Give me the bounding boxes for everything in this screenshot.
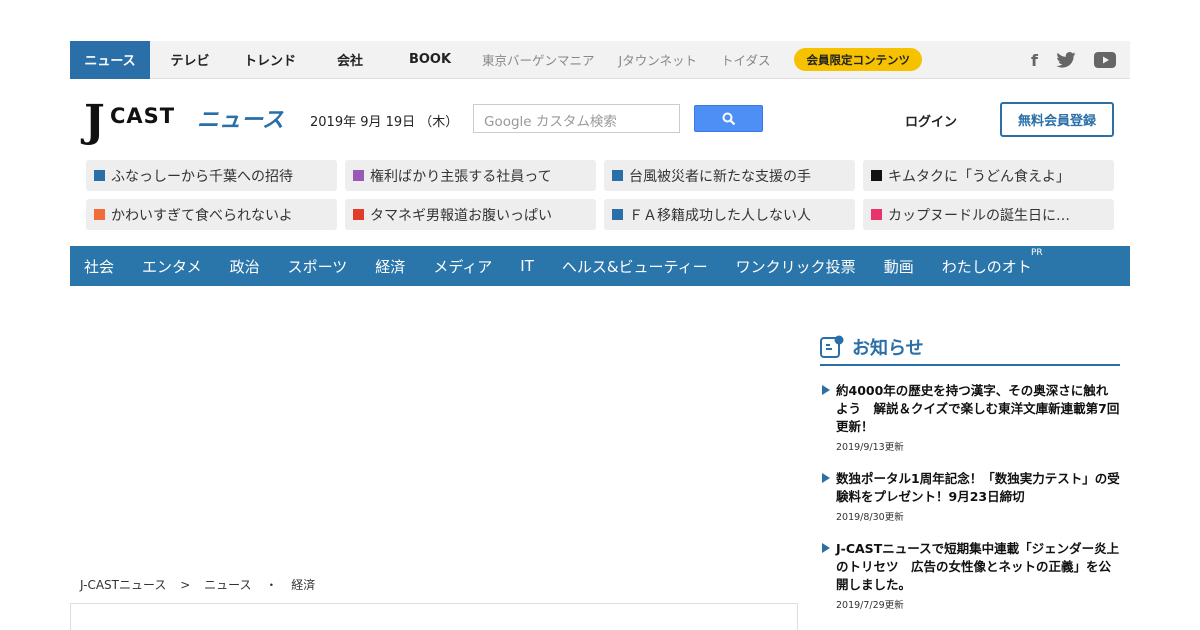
youtube-icon[interactable] <box>1094 52 1116 68</box>
tab-trend[interactable]: トレンド <box>230 41 310 79</box>
category-video[interactable]: 動画 <box>884 256 914 277</box>
link-toidasu[interactable]: トイダス <box>709 41 783 79</box>
category-health-beauty[interactable]: ヘルス&ビューティー <box>562 256 708 277</box>
arrow-right-icon <box>822 473 830 483</box>
tab-news[interactable]: ニュース <box>70 40 150 79</box>
category-one-click-vote[interactable]: ワンクリック投票 <box>736 256 856 277</box>
logo-cast: CAST <box>110 104 176 128</box>
pickup-color-marker <box>94 209 105 220</box>
pickup-label: タマネギ男報道お腹いっぱい <box>370 207 552 224</box>
arrow-right-icon <box>822 543 830 553</box>
breadcrumb-economy[interactable]: 経済 <box>291 578 315 592</box>
pickup-label: キムタクに「うどん食えよ」 <box>888 168 1070 185</box>
pr-label: PR <box>1031 248 1043 258</box>
pickup-color-marker <box>612 170 623 181</box>
notice-date: 2019/7/29更新 <box>836 600 904 611</box>
category-entertainment[interactable]: エンタメ <box>142 256 202 277</box>
pickup-color-marker <box>94 170 105 181</box>
tab-book[interactable]: BOOK <box>390 41 470 79</box>
pickup-color-marker <box>871 209 882 220</box>
page: ニュース テレビ トレンド 会社 BOOK 東京バーゲンマニア Jタウンネット … <box>0 0 1200 630</box>
facebook-icon[interactable]: f <box>1031 51 1038 70</box>
category-nav: 社会 エンタメ 政治 スポーツ 経済 メディア IT ヘルス&ビューティー ワン… <box>70 246 1130 286</box>
logo-j: J <box>84 96 105 147</box>
current-date: 2019年 9月 19日 （木） <box>310 115 459 130</box>
breadcrumb-home[interactable]: J-CASTニュース <box>80 578 166 592</box>
pickup-color-marker <box>871 170 882 181</box>
top-nav-bar: ニュース テレビ トレンド 会社 BOOK 東京バーゲンマニア Jタウンネット … <box>70 40 1130 79</box>
category-politics[interactable]: 政治 <box>230 256 260 277</box>
notice-date: 2019/9/13更新 <box>836 442 904 453</box>
arrow-right-icon <box>822 385 830 395</box>
category-media[interactable]: メディア <box>433 256 492 277</box>
login-link[interactable]: ログイン <box>905 111 957 130</box>
notice-item[interactable]: J-CASTニュースで短期集中連載「ジェンダー炎上のトリセツ 広告の女性像とネッ… <box>820 540 1120 611</box>
notice-text: 数独ポータル1周年記念！「数独実力テスト」の受験料をプレゼント！9月23日締切 <box>836 471 1120 504</box>
social-links: f <box>1031 41 1116 79</box>
pickup-item[interactable]: タマネギ男報道お腹いっぱい <box>345 199 596 230</box>
pickup-color-marker <box>612 209 623 220</box>
pickup-color-marker <box>353 170 364 181</box>
breadcrumb-separator: ・ <box>265 578 278 592</box>
pickup-item[interactable]: ふなっしーから千葉への招待 <box>86 160 337 191</box>
pickup-item[interactable]: 台風被災者に新たな支援の手 <box>604 160 855 191</box>
breadcrumb-separator: > <box>180 578 191 592</box>
jcast-logo[interactable]: J CAST ニュース <box>84 100 284 144</box>
article-container <box>70 603 798 630</box>
category-sports[interactable]: スポーツ <box>288 256 348 277</box>
logo-news: ニュース <box>197 108 284 133</box>
notice-item[interactable]: 約4000年の歴史を持つ漢字、その奥深さに触れよう 解説＆クイズで楽しむ東洋文庫… <box>820 382 1120 453</box>
notice-text: J-CASTニュースで短期集中連載「ジェンダー炎上のトリセツ 広告の女性像とネッ… <box>836 541 1120 592</box>
breadcrumb-news[interactable]: ニュース <box>204 578 251 592</box>
category-economy[interactable]: 経済 <box>375 256 405 277</box>
pickup-label: 権利ばかり主張する社員って <box>370 168 552 185</box>
notice-item[interactable]: 数独ポータル1周年記念！「数独実力テスト」の受験料をプレゼント！9月23日締切 … <box>820 470 1120 523</box>
notice-text: 約4000年の歴史を持つ漢字、その奥深さに触れよう 解説＆クイズで楽しむ東洋文庫… <box>836 383 1120 434</box>
premium-content-badge[interactable]: 会員限定コンテンツ <box>794 48 922 71</box>
pickup-item[interactable]: キムタクに「うどん食えよ」 <box>863 160 1114 191</box>
search-button[interactable] <box>694 105 763 132</box>
link-jtown[interactable]: Jタウンネット <box>607 41 709 79</box>
category-watashi-no-oto[interactable]: わたしのオト <box>942 256 1032 277</box>
search-input[interactable]: Google カスタム検索 <box>473 104 680 133</box>
pickup-label: ふなっしーから千葉への招待 <box>111 168 293 185</box>
pickup-label: かわいすぎて食べられないよ <box>111 207 293 224</box>
pickup-label: カップヌードルの誕生日に… <box>888 207 1070 224</box>
pickup-item[interactable]: カップヌードルの誕生日に… <box>863 199 1114 230</box>
twitter-icon[interactable] <box>1056 52 1076 68</box>
tab-company[interactable]: 会社 <box>310 41 390 79</box>
search-icon <box>722 112 735 125</box>
tab-tv[interactable]: テレビ <box>150 41 230 79</box>
notice-title: お知らせ <box>852 338 924 359</box>
pickup-item[interactable]: ＦＡ移籍成功した人しない人 <box>604 199 855 230</box>
pickup-label: ＦＡ移籍成功した人しない人 <box>629 207 811 224</box>
breadcrumb: J-CASTニュース > ニュース ・ 経済 <box>80 576 325 593</box>
pickup-item[interactable]: 権利ばかり主張する社員って <box>345 160 596 191</box>
pickup-label: 台風被災者に新たな支援の手 <box>629 168 811 185</box>
link-tokyo-bargain[interactable]: 東京バーゲンマニア <box>470 41 607 79</box>
notice-header: お知らせ <box>820 330 1120 366</box>
notice-date: 2019/8/30更新 <box>836 512 904 523</box>
pickup-color-marker <box>353 209 364 220</box>
notice-icon <box>820 335 844 358</box>
pickup-item[interactable]: かわいすぎて食べられないよ <box>86 199 337 230</box>
register-button[interactable]: 無料会員登録 <box>1000 102 1114 137</box>
category-society[interactable]: 社会 <box>84 256 114 277</box>
category-it[interactable]: IT <box>520 257 534 275</box>
